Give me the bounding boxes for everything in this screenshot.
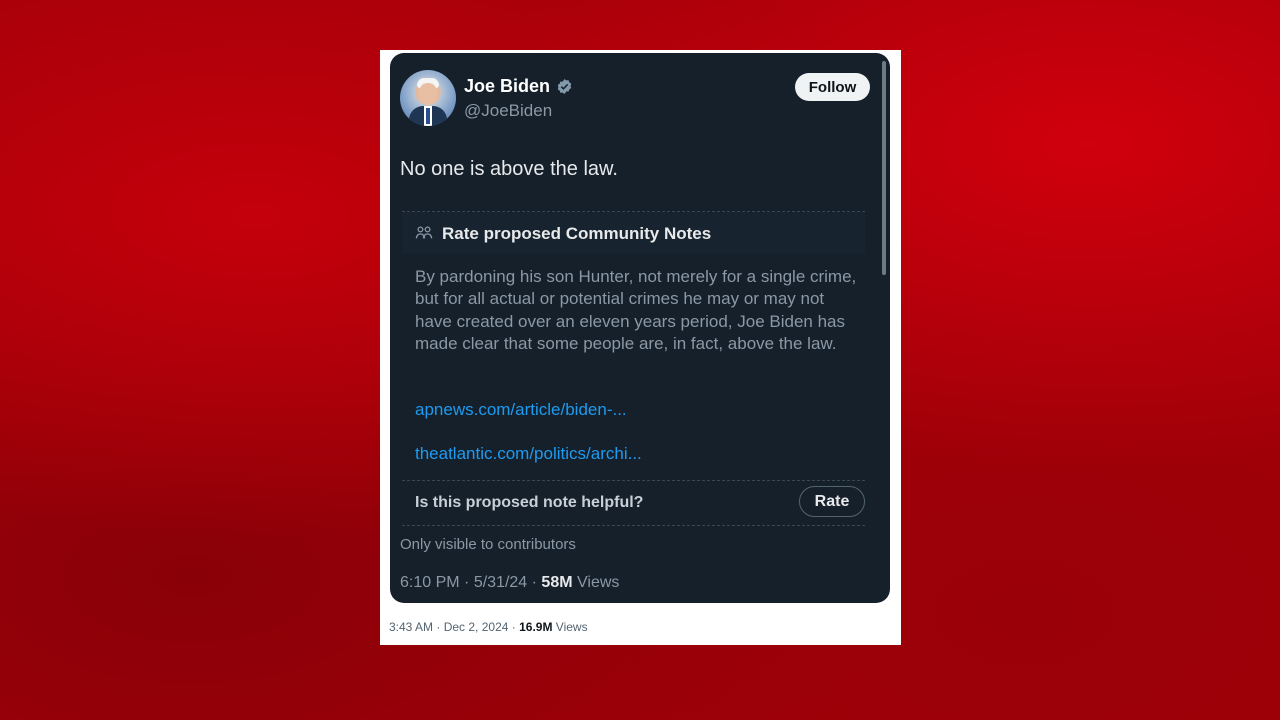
tweet-date[interactable]: 5/31/24 xyxy=(474,574,527,591)
outer-post-meta: 3:43 AM · Dec 2, 2024 · 16.9M Views xyxy=(389,620,588,634)
views-label: Views xyxy=(577,574,620,591)
tweet-text: No one is above the law. xyxy=(400,158,618,180)
source-link-theatlantic[interactable]: theatlantic.com/politics/archi... xyxy=(415,444,642,464)
display-name[interactable]: Joe Biden xyxy=(464,76,550,97)
avatar[interactable] xyxy=(400,70,456,126)
outer-views-count: 16.9M xyxy=(519,620,553,634)
author-name-row: Joe Biden xyxy=(464,76,573,97)
outer-views-label: Views xyxy=(555,620,588,634)
handle[interactable]: @JoeBiden xyxy=(464,101,552,121)
views-count: 58M xyxy=(541,574,573,591)
outer-post-date[interactable]: Dec 2, 2024 xyxy=(444,620,509,634)
verified-badge-icon xyxy=(557,79,572,94)
community-note-title: Rate proposed Community Notes xyxy=(442,224,712,243)
outer-post-time[interactable]: 3:43 AM xyxy=(389,620,433,634)
community-note-body: By pardoning his son Hunter, not merely … xyxy=(415,267,857,354)
follow-button[interactable]: Follow xyxy=(795,73,870,101)
rate-button[interactable]: Rate xyxy=(799,486,865,517)
community-note: Rate proposed Community Notes By pardoni… xyxy=(402,211,865,526)
scrollbar[interactable] xyxy=(882,61,886,275)
tweet-time[interactable]: 6:10 PM xyxy=(400,574,460,591)
visibility-notice: Only visible to contributors xyxy=(400,536,576,553)
screenshot-frame: Joe Biden @JoeBiden Follow No one is abo… xyxy=(380,50,901,645)
community-note-header: Rate proposed Community Notes xyxy=(402,212,865,254)
divider xyxy=(402,480,865,481)
helpful-question: Is this proposed note helpful? xyxy=(415,494,644,511)
source-link-apnews[interactable]: apnews.com/article/biden-... xyxy=(415,400,627,420)
people-icon xyxy=(415,226,433,239)
tweet-card: Joe Biden @JoeBiden Follow No one is abo… xyxy=(390,53,890,603)
tweet-meta: 6:10 PM · 5/31/24 · 58M Views xyxy=(400,574,620,591)
